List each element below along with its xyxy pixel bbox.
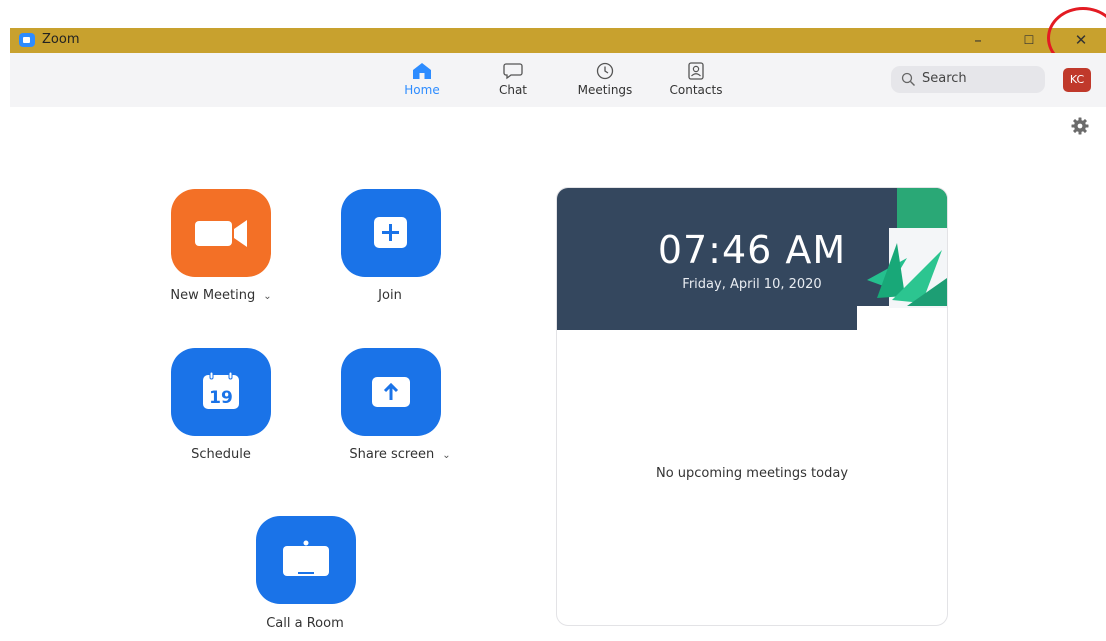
schedule-label: Schedule [191, 447, 251, 462]
zoom-logo-icon [19, 33, 35, 47]
search-input[interactable]: Search [891, 66, 1045, 93]
calendar-icon: 19 [203, 371, 239, 409]
clock-banner: 07:46 AM Friday, April 10, 2020 [557, 188, 947, 330]
minimize-button[interactable]: – [958, 28, 998, 53]
tab-home-label: Home [404, 83, 440, 97]
join-label: Join [378, 288, 402, 303]
tab-meetings[interactable]: Meetings [565, 62, 645, 104]
upcoming-meetings-panel: 07:46 AM Friday, April 10, 2020 No upcom… [556, 187, 948, 626]
search-icon [901, 72, 915, 86]
gear-icon[interactable] [1071, 117, 1089, 135]
tab-contacts-label: Contacts [669, 83, 723, 97]
share-screen-label: Share screen ⌄ [300, 447, 500, 462]
new-meeting-text: New Meeting [170, 288, 256, 303]
video-camera-icon [195, 220, 247, 247]
tab-meetings-label: Meetings [577, 83, 633, 97]
clock-icon [596, 62, 614, 80]
share-screen-text: Share screen [349, 447, 435, 462]
search-placeholder: Search [922, 71, 967, 86]
call-a-room-label: Call a Room [266, 616, 344, 631]
share-screen-button[interactable] [341, 348, 441, 436]
schedule-button[interactable]: 19 [171, 348, 271, 436]
tab-contacts[interactable]: Contacts [656, 62, 736, 104]
maximize-button[interactable]: ☐ [1009, 28, 1049, 53]
title-bar: Zoom – ☐ ✕ [10, 28, 1106, 53]
room-display-icon [283, 540, 329, 576]
chevron-down-icon[interactable]: ⌄ [263, 291, 271, 302]
plus-icon [374, 217, 407, 248]
chevron-down-icon[interactable]: ⌄ [442, 450, 450, 461]
tab-home[interactable]: Home [382, 62, 462, 104]
calendar-day-number: 19 [209, 388, 233, 408]
join-button[interactable] [341, 189, 441, 277]
current-time: 07:46 AM [657, 228, 847, 272]
chat-icon [503, 63, 523, 80]
current-date: Friday, April 10, 2020 [682, 277, 822, 292]
tab-chat-label: Chat [498, 83, 528, 97]
call-a-room-button[interactable] [256, 516, 356, 604]
contacts-icon [688, 62, 704, 80]
avatar[interactable]: KC [1063, 68, 1091, 92]
window-title: Zoom [42, 32, 80, 47]
top-navigation: Home Chat Meetings Contacts Search KC [10, 53, 1106, 107]
new-meeting-button[interactable] [171, 189, 271, 277]
tab-chat[interactable]: Chat [473, 62, 553, 104]
share-screen-icon [372, 377, 410, 407]
no-meetings-message: No upcoming meetings today [655, 466, 849, 481]
home-icon [413, 63, 431, 79]
